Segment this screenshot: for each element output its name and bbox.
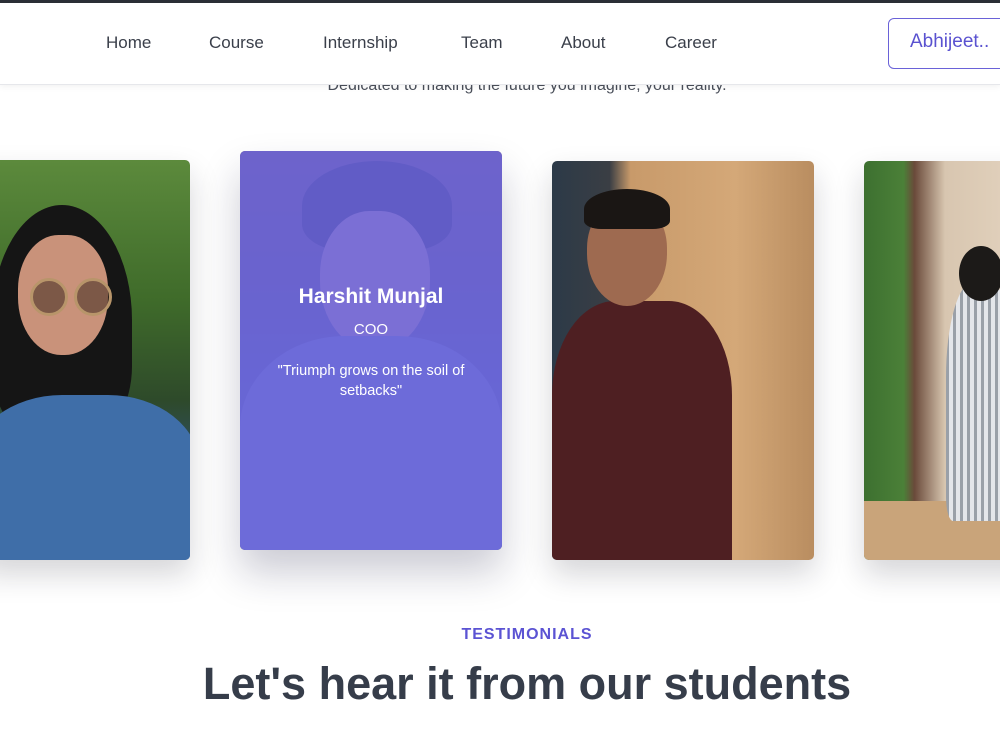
team-card[interactable] [552,161,814,560]
nav-about[interactable]: About [561,33,605,53]
nav-home[interactable]: Home [106,33,151,53]
photo-shirt-shape [552,301,732,560]
photo-glasses-shape [30,278,112,316]
team-card[interactable] [0,160,190,560]
user-account-button[interactable]: Abhijeet.. [888,18,1000,69]
navbar: Home Course Internship Team About Career… [0,3,1000,85]
card-hover-overlay [240,151,502,550]
nav-internship[interactable]: Internship [323,33,398,53]
nav-team[interactable]: Team [461,33,503,53]
nav-course[interactable]: Course [209,33,264,53]
team-card-featured[interactable]: Harshit Munjal COO "Triumph grows on the… [240,151,502,550]
team-member-photo [552,161,814,560]
member-quote: "Triumph grows on the soil of setbacks" [277,363,465,399]
section-title: Let's hear it from our students [202,658,852,709]
team-card[interactable] [864,161,1000,560]
photo-hair-shape [584,189,670,229]
team-member-photo [864,161,1000,560]
photo-jacket-shape [0,395,190,560]
section-label: TESTIMONIALS [461,626,593,643]
nav-career[interactable]: Career [665,33,717,53]
member-name: Harshit Munjal [298,285,444,308]
member-role: COO [353,321,389,338]
team-member-photo [0,160,190,560]
photo-person-shape [946,281,1000,521]
photo-head-shape [959,246,1000,301]
